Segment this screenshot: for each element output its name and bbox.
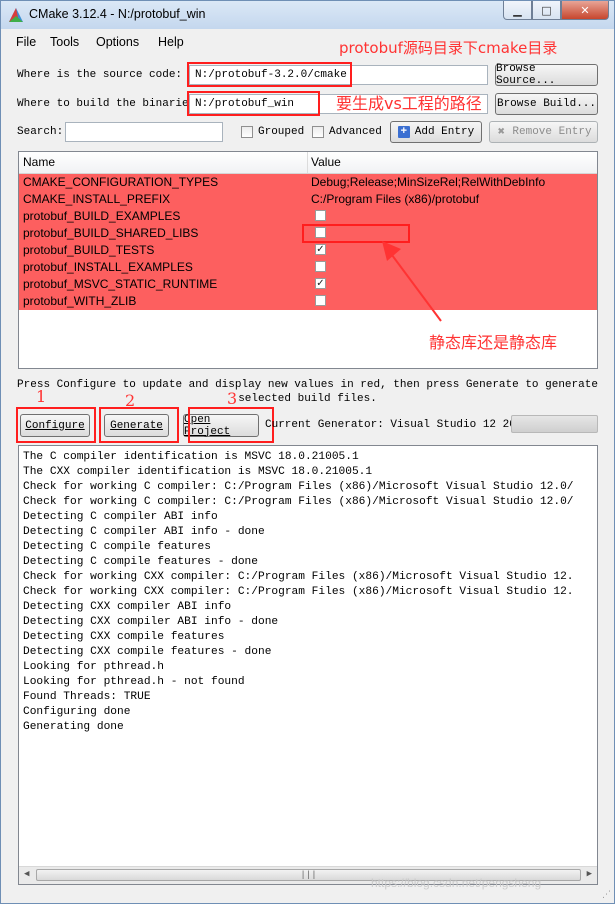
annotation-static-note: 静态库还是静态库 [429,333,558,352]
table-row[interactable]: protobuf_BUILD_TESTS ✓ [19,242,597,259]
log-line: The CXX compiler identification is MSVC … [23,466,373,478]
cell-name: CMAKE_INSTALL_PREFIX [23,192,171,206]
add-entry-button[interactable]: + Add Entry [390,121,482,143]
checked-checkbox-icon[interactable]: ✓ [315,278,326,289]
unchecked-checkbox-icon[interactable] [315,210,326,221]
log-line: Configuring done [23,706,131,718]
annotation-box-source [187,62,352,87]
log-line: Looking for pthread.h - not found [23,676,245,688]
annotation-arrow-icon [382,241,442,322]
unchecked-checkbox-icon[interactable] [315,261,326,272]
progress-bar [511,415,598,433]
menu-help[interactable]: Help [158,35,184,49]
remove-entry-label: Remove Entry [512,126,592,138]
info-line-2: selected build files. [238,393,377,405]
table-row[interactable]: CMAKE_CONFIGURATION_TYPES Debug;Release;M… [19,174,597,191]
table-row[interactable]: CMAKE_INSTALL_PREFIX C:/Program Files (x8… [19,191,597,208]
log-line: Looking for pthread.h [23,661,164,673]
search-input[interactable] [65,122,223,142]
log-line: Check for working CXX compiler: C:/Progr… [23,586,574,598]
close-icon: ✕ [580,3,590,17]
cell-name: CMAKE_CONFIGURATION_TYPES [23,175,219,189]
log-line: Detecting C compile features [23,541,211,553]
grouped-label: Grouped [258,126,305,138]
cell-name: protobuf_MSVC_STATIC_RUNTIME [23,277,218,291]
log-line: Check for working C compiler: C:/Program… [23,496,574,508]
cell-name: protobuf_BUILD_TESTS [23,243,155,257]
browse-build-button[interactable]: Browse Build... [495,93,598,115]
cmake-logo-icon [9,8,23,22]
table-row[interactable]: protobuf_BUILD_EXAMPLES [19,208,597,225]
output-log[interactable]: The C compiler identification is MSVC 18… [18,445,598,885]
annotation-build-note: 要生成vs工程的路径 [336,94,482,113]
remove-icon: ✖ [497,125,505,139]
annotation-box-build [187,91,320,116]
info-line-1: Press Configure to update and display ne… [17,379,598,391]
minimize-button[interactable]: ▁ [503,1,532,20]
column-header-value[interactable]: Value [311,155,341,169]
log-line: Detecting CXX compile features - done [23,646,272,658]
column-separator[interactable] [307,152,308,173]
table-row[interactable]: protobuf_MSVC_STATIC_RUNTIME ✓ [19,276,597,293]
title-bar[interactable]: CMake 3.12.4 - N:/protobuf_win ▁ □ ✕ [1,1,614,30]
cmake-window: CMake 3.12.4 - N:/protobuf_win ▁ □ ✕ Fil… [0,0,615,904]
plus-icon: + [397,126,410,138]
unchecked-checkbox-icon[interactable] [315,295,326,306]
annotation-step-3: 3 [227,389,238,408]
minimize-icon: ▁ [513,3,522,17]
source-label: Where is the source code: [17,69,183,81]
build-label: Where to build the binaries: [17,98,202,110]
search-label: Search: [17,126,64,138]
cell-value[interactable]: Debug;Release;MinSizeRel;RelWithDebInfo [311,175,545,189]
cell-name: protobuf_BUILD_EXAMPLES [23,209,181,223]
maximize-button[interactable]: □ [532,1,561,20]
annotation-source-note: protobuf源码目录下cmake目录 [339,39,558,57]
log-line: Detecting CXX compiler ABI info - done [23,616,279,628]
cell-name: protobuf_INSTALL_EXAMPLES [23,260,193,274]
log-line: The C compiler identification is MSVC 18… [23,451,359,463]
log-line: Detecting C compile features - done [23,556,258,568]
annotation-box-generate [99,407,179,443]
resize-grip-icon[interactable]: ⋰ [602,890,611,900]
cell-value[interactable]: C:/Program Files (x86)/protobuf [311,192,479,206]
log-line: Check for working C compiler: C:/Program… [23,481,574,493]
log-line: Detecting C compiler ABI info [23,511,218,523]
scroll-right-icon[interactable]: ▶ [587,869,592,879]
log-line: Detecting CXX compile features [23,631,225,643]
browse-source-button[interactable]: Browse Source... [495,63,598,87]
annotation-box-configure [16,407,96,443]
table-header: Name Value [19,152,597,174]
advanced-label: Advanced [329,126,382,138]
checked-checkbox-icon[interactable]: ✓ [315,244,326,255]
advanced-checkbox[interactable] [312,126,324,138]
column-header-name[interactable]: Name [23,155,55,169]
log-line: Check for working CXX compiler: C:/Progr… [23,571,574,583]
current-generator-label: Current Generator: Visual Studio 12 2013 [265,419,530,431]
close-button[interactable]: ✕ [561,1,609,20]
watermark: https://blog.csdn.net/pengsheng [371,876,542,890]
log-line: Generating done [23,721,124,733]
remove-entry-button[interactable]: ✖ Remove Entry [489,121,598,143]
log-line: Found Threads: TRUE [23,691,151,703]
menu-options[interactable]: Options [96,35,139,49]
menu-file[interactable]: File [16,35,36,49]
maximize-icon: □ [541,3,552,17]
annotation-box-open-project [188,407,274,443]
add-entry-label: Add Entry [414,126,475,138]
log-line: Detecting CXX compiler ABI info [23,601,232,613]
table-row[interactable]: protobuf_WITH_ZLIB [19,293,597,310]
scroll-left-icon[interactable]: ◀ [24,869,29,879]
grouped-checkbox[interactable] [241,126,253,138]
menu-tools[interactable]: Tools [50,35,79,49]
table-row[interactable]: protobuf_INSTALL_EXAMPLES [19,259,597,276]
cell-name: protobuf_WITH_ZLIB [23,294,137,308]
cell-name: protobuf_BUILD_SHARED_LIBS [23,226,199,240]
annotation-step-1: 1 [36,387,47,406]
window-title: CMake 3.12.4 - N:/protobuf_win [29,7,206,21]
log-line: Detecting C compiler ABI info - done [23,526,265,538]
